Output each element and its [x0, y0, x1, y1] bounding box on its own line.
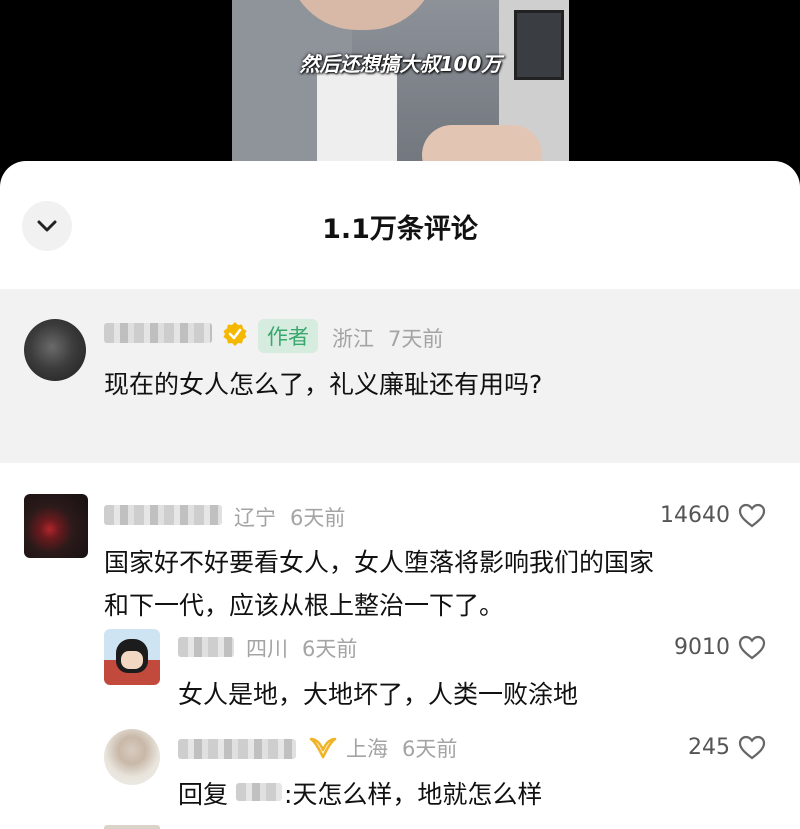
heart-outline-icon	[738, 635, 766, 660]
comment-time: 6天前	[302, 637, 358, 661]
verified-badge-icon	[223, 322, 247, 346]
comment-location: 四川	[246, 637, 288, 661]
author-tag: 作者	[258, 319, 318, 353]
comment-location: 浙江	[332, 327, 374, 351]
reply-target-blurred[interactable]	[236, 783, 282, 801]
avatar[interactable]	[104, 629, 160, 685]
comment-location: 辽宁	[234, 506, 276, 530]
next-comment-avatar-peek	[104, 825, 160, 829]
comment-count-title: 1.1万条评论	[322, 214, 478, 245]
like-button[interactable]: 245	[688, 735, 766, 760]
like-button[interactable]: 14640	[660, 503, 766, 528]
heart-outline-icon	[738, 503, 766, 528]
comment-time: 6天前	[290, 506, 346, 530]
username-blurred[interactable]	[178, 739, 296, 759]
comment-text: 女人是地，大地坏了，人类一败涂地	[178, 680, 579, 709]
comment-time: 7天前	[388, 327, 444, 351]
comment-text: 和下一代，应该从根上整治一下了。	[104, 591, 505, 620]
avatar[interactable]	[24, 494, 88, 558]
like-count: 245	[688, 735, 730, 760]
like-button[interactable]: 9010	[674, 635, 766, 660]
comment-time: 6天前	[402, 737, 458, 761]
avatar[interactable]	[24, 319, 86, 381]
comment-text: 国家好不好要看女人，女人堕落将影响我们的国家	[104, 548, 655, 577]
pinned-comment[interactable]: 作者 浙江 7天前 现在的女人怎么了，礼义廉耻还有用吗?	[0, 289, 800, 463]
comment-text: :天怎么样，地就怎么样	[284, 780, 543, 809]
reply-prefix: 回复	[178, 780, 229, 809]
vip-badge-icon	[309, 737, 337, 759]
comment-text: 现在的女人怎么了，礼义廉耻还有用吗?	[104, 370, 543, 399]
video-subtitle: 然后还想搞大叔100万	[299, 52, 502, 76]
like-count: 9010	[674, 635, 730, 660]
comment-sheet: 1.1万条评论 作者 浙江 7天前 现在的女人怎么了，礼义廉耻还有用吗? 辽宁 …	[0, 161, 800, 829]
username-blurred[interactable]	[104, 323, 212, 343]
avatar[interactable]	[104, 729, 160, 785]
username-blurred[interactable]	[178, 637, 234, 657]
avatar-skin	[121, 651, 143, 669]
heart-outline-icon	[738, 735, 766, 760]
username-blurred[interactable]	[104, 505, 222, 525]
comment-location: 上海	[346, 737, 388, 761]
like-count: 14640	[660, 503, 730, 528]
